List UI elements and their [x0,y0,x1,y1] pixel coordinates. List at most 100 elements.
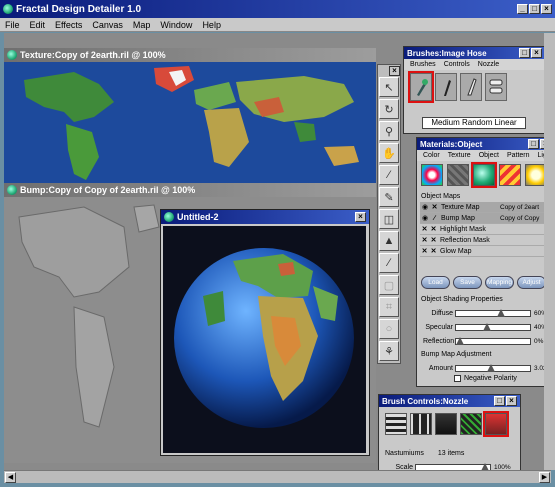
pen-brush-icon[interactable] [435,73,457,101]
pencil-icon[interactable]: ∕ [379,253,399,273]
adjust-button[interactable]: Adjust [517,276,546,289]
tab-object[interactable]: Object [479,152,499,159]
tab-color[interactable]: Color [423,152,440,159]
nozzle-thumb[interactable] [435,413,457,435]
nozzle-thumb[interactable] [460,413,482,435]
amount-slider[interactable] [455,364,531,372]
dropper-icon[interactable]: ⁄ [379,165,399,185]
menu-window[interactable]: Window [160,20,192,30]
slider-knob[interactable] [483,323,492,331]
load-button[interactable]: Load [421,276,450,289]
save-button[interactable]: Save [453,276,482,289]
arrow-icon[interactable]: ↖ [379,77,399,97]
x-icon[interactable]: ✕ [420,247,429,255]
x-icon[interactable]: ✕ [420,225,429,233]
mapping-button[interactable]: Mapping [485,276,514,289]
menu-edit[interactable]: Edit [30,20,46,30]
scroll-left-icon[interactable]: ◀ [5,472,16,483]
airbrush-icon[interactable] [460,73,482,101]
texture-map-canvas[interactable] [4,62,376,183]
eye-icon[interactable]: ◉ [420,214,430,222]
tab-controls[interactable]: Controls [444,61,470,68]
amount-slider-row: Amount 3.02 [428,364,547,372]
materials-titlebar[interactable]: Materials:Object □ × [417,138,554,150]
map-row-texture[interactable]: ◉ ✕ Texture Map Copy of 2eart [420,202,552,213]
slider-knob[interactable] [486,364,495,372]
checkbox-box[interactable] [454,375,461,382]
x-icon[interactable]: ✕ [429,247,438,255]
diffuse-slider[interactable] [455,309,531,317]
color-wheel-icon[interactable] [421,164,443,186]
image-hose-brush-icon[interactable] [408,71,434,103]
texture-window[interactable]: Texture:Copy of 2earth.ril @ 100% [4,48,376,183]
minimize-button[interactable]: _ [517,4,528,14]
x-icon[interactable]: ✕ [429,236,438,244]
close-button[interactable]: × [506,396,517,406]
crop-icon[interactable]: ⌗ [379,297,399,317]
more-brushes-icon[interactable] [485,73,507,101]
collapse-button[interactable]: □ [519,48,530,58]
menu-help[interactable]: Help [202,20,221,30]
menu-canvas[interactable]: Canvas [92,20,123,30]
scroll-right-icon[interactable]: ▶ [539,472,550,483]
tab-pattern[interactable]: Pattern [507,152,530,159]
magnifier-icon[interactable]: ⚲ [379,121,399,141]
slider-knob[interactable] [456,337,464,345]
wand-icon[interactable]: ⚘ [379,341,399,361]
brushes-title: Brushes:Image Hose [407,48,487,58]
texture-title: Texture:Copy of 2earth.ril @ 100% [20,50,166,60]
specular-slider[interactable] [455,323,531,331]
texture-swatch-icon[interactable] [447,164,469,186]
x-icon[interactable]: ✕ [420,236,429,244]
nozzle-titlebar[interactable]: Brush Controls:Nozzle □ × [379,395,520,407]
doc-icon [7,185,17,195]
collapse-button[interactable]: □ [528,139,539,149]
texture-titlebar[interactable]: Texture:Copy of 2earth.ril @ 100% [4,48,376,62]
hand-icon[interactable]: ✋ [379,143,399,163]
brushes-titlebar[interactable]: Brushes:Image Hose □ × [404,47,545,59]
negative-polarity-checkbox[interactable]: Negative Polarity [454,375,517,382]
eye-icon[interactable]: ◉ [420,203,430,211]
nozzle-thumb[interactable] [385,413,407,435]
menu-effects[interactable]: Effects [55,20,82,30]
object-globe-icon[interactable] [471,162,497,188]
map-row-highlight[interactable]: ✕ ✕ Highlight Mask [420,224,552,235]
maximize-button[interactable]: □ [529,4,540,14]
tab-brushes[interactable]: Brushes [410,61,436,68]
untitled-titlebar[interactable]: Untitled-2 × [161,210,369,224]
vertical-scrollbar[interactable] [544,33,555,470]
horizontal-scrollbar[interactable]: ◀ ▶ [4,470,551,483]
brush-variant-select[interactable]: Medium Random Linear [422,117,526,129]
x-icon[interactable]: ✕ [429,225,438,233]
close-button[interactable]: × [355,212,366,222]
shading-label: Object Shading Properties [421,296,503,303]
close-button[interactable]: × [531,48,542,58]
pen-icon[interactable]: ∕ [430,215,439,222]
map-row-bump[interactable]: ◉ ∕ Bump Map Copy of Copy [420,213,552,224]
map-row-glow[interactable]: ✕ ✕ Glow Map [420,246,552,257]
nozzle-thumb-selected[interactable] [483,411,509,437]
toolbox: × ↖ ↻ ⚲ ✋ ⁄ ✎ ◫ ▲ ∕ ▢ ⌗ ○ ⚘ [377,64,401,364]
brush-icon[interactable]: ✎ [379,187,399,207]
collapse-button[interactable]: □ [494,396,505,406]
nozzle-thumb[interactable] [410,413,432,435]
slider-knob[interactable] [496,309,505,317]
render-canvas[interactable] [163,226,366,453]
x-icon[interactable]: ✕ [430,203,439,211]
eraser-icon[interactable]: ◫ [379,209,399,229]
pattern-swatch-icon[interactable] [499,164,521,186]
menu-map[interactable]: Map [133,20,151,30]
smudge-icon[interactable]: ▢ [379,275,399,295]
rotate-icon[interactable]: ↻ [379,99,399,119]
untitled-window[interactable]: Untitled-2 × [160,209,370,456]
bump-titlebar[interactable]: Bump:Copy of Copy of 2earth.ril @ 100% [4,183,376,197]
fill-icon[interactable]: ▲ [379,231,399,251]
lasso-icon[interactable]: ○ [379,319,399,339]
tab-texture[interactable]: Texture [448,152,471,159]
menu-file[interactable]: File [5,20,20,30]
tab-nozzle[interactable]: Nozzle [478,61,499,68]
reflection-slider[interactable] [455,337,531,345]
close-button[interactable]: × [389,66,400,76]
close-button[interactable]: × [541,4,552,14]
map-row-reflection[interactable]: ✕ ✕ Reflection Mask [420,235,552,246]
